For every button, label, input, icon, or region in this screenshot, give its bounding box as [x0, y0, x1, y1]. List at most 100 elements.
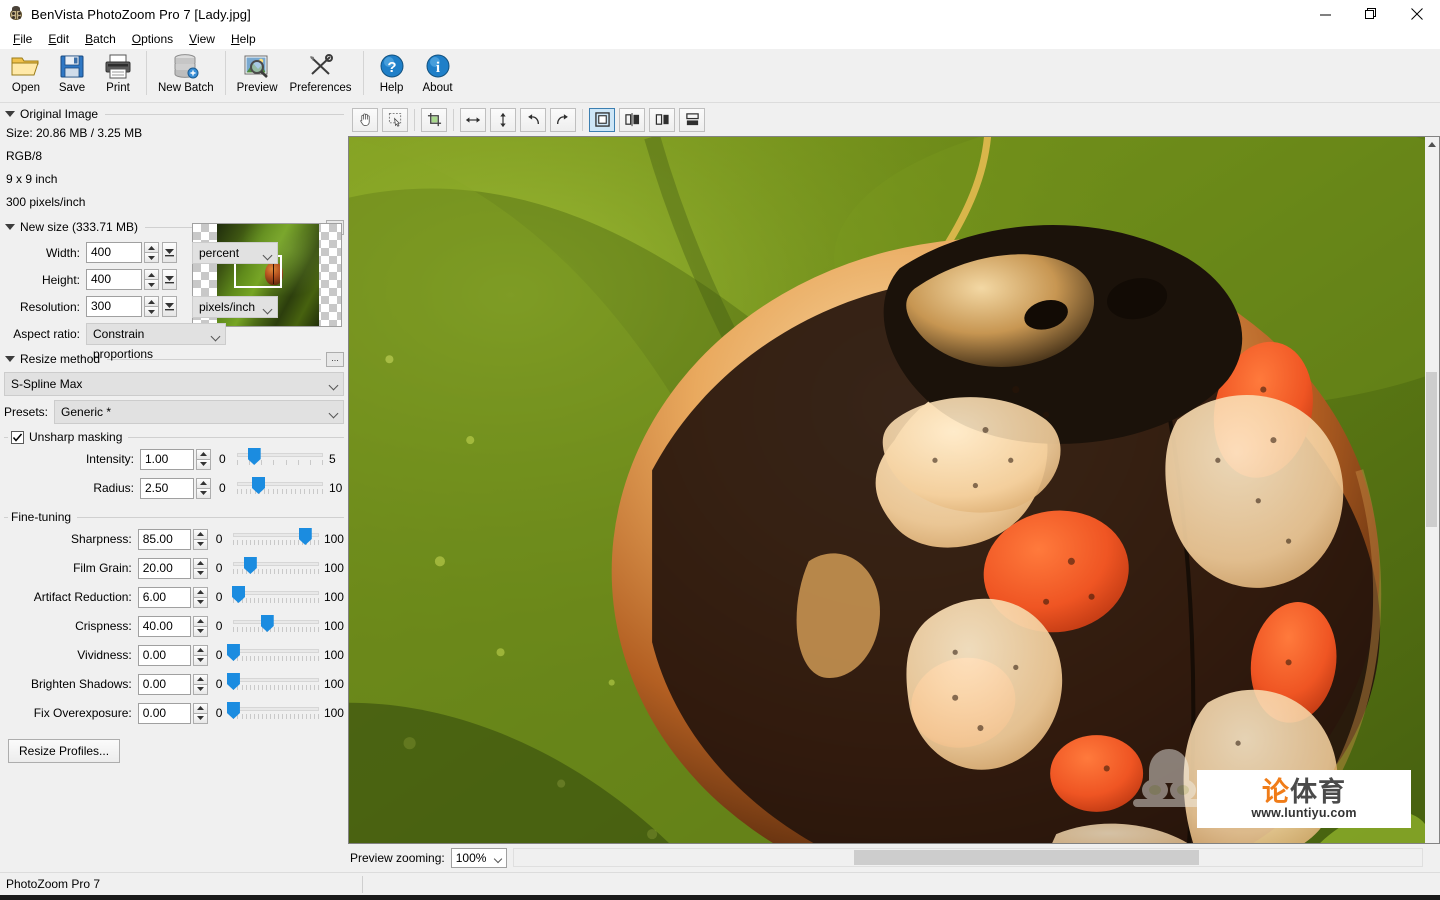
height-input[interactable]: 400: [86, 269, 142, 290]
presets-select[interactable]: Generic *: [54, 399, 344, 424]
close-button[interactable]: [1394, 0, 1440, 28]
flip-vertical-icon[interactable]: [490, 107, 516, 132]
brighten-shadows-spin-down[interactable]: [192, 683, 208, 695]
sharpness-spin-up[interactable]: [192, 528, 208, 539]
width-spinner[interactable]: [144, 242, 159, 263]
fix-overexposure-spin-down[interactable]: [192, 712, 208, 724]
preferences-button[interactable]: Preferences: [284, 49, 358, 101]
resolution-unit-select[interactable]: pixels/inch: [192, 295, 278, 318]
resize-method-select[interactable]: S-Spline Max: [4, 372, 344, 396]
help-button[interactable]: ? Help: [369, 49, 415, 101]
crop-icon[interactable]: [421, 107, 447, 132]
brighten-shadows-slider[interactable]: [226, 673, 320, 695]
resolution-lock-button[interactable]: [162, 296, 177, 317]
radius-spin-up[interactable]: [196, 477, 211, 488]
crispness-slider[interactable]: [233, 615, 320, 637]
preview-vertical-scrollbar[interactable]: [1425, 136, 1440, 844]
artifact-reduction-spin-down[interactable]: [192, 596, 208, 608]
preview-horizontal-scrollbar[interactable]: [513, 848, 1423, 867]
menu-view[interactable]: View: [181, 30, 223, 48]
minimize-button[interactable]: [1302, 0, 1348, 28]
save-button[interactable]: Save: [49, 49, 95, 101]
fix-overexposure-spin-up[interactable]: [192, 702, 208, 713]
intensity-spinner[interactable]: [196, 448, 211, 470]
vividness-spin-up[interactable]: [192, 644, 208, 655]
hand-pan-icon[interactable]: [352, 107, 378, 132]
artifact-reduction-slider[interactable]: [232, 586, 320, 608]
selection-marquee-icon[interactable]: [382, 107, 408, 132]
print-button[interactable]: Print: [95, 49, 141, 101]
crispness-spinner[interactable]: [192, 615, 208, 637]
radius-spin-down[interactable]: [196, 487, 211, 499]
radius-input[interactable]: 2.50: [140, 477, 194, 499]
width-input[interactable]: 400: [86, 242, 142, 263]
radius-slider[interactable]: [237, 477, 323, 499]
menu-help[interactable]: Help: [223, 30, 264, 48]
resolution-spin-up[interactable]: [144, 296, 159, 306]
brighten-shadows-input[interactable]: 0.00: [137, 673, 191, 695]
intensity-spin-up[interactable]: [196, 448, 211, 459]
preview-button[interactable]: Preview: [231, 49, 284, 101]
fix-overexposure-slider[interactable]: [226, 702, 320, 724]
vividness-spin-down[interactable]: [192, 654, 208, 666]
resize-method-options-button[interactable]: ...: [326, 351, 344, 367]
new-batch-button[interactable]: New Batch: [152, 49, 220, 101]
brighten-shadows-spinner[interactable]: [192, 673, 208, 695]
collapse-triangle-icon[interactable]: [5, 224, 15, 230]
height-spin-down[interactable]: [144, 279, 159, 290]
height-spinner[interactable]: [144, 269, 159, 290]
collapse-triangle-icon[interactable]: [5, 111, 15, 117]
rotate-left-icon[interactable]: [520, 107, 546, 132]
vividness-input[interactable]: 0.00: [137, 644, 191, 666]
width-lock-button[interactable]: [162, 242, 177, 263]
film-grain-spin-up[interactable]: [192, 557, 208, 568]
resize-profiles-button[interactable]: Resize Profiles...: [8, 739, 121, 763]
view-side-by-side-icon[interactable]: [649, 107, 675, 132]
menu-batch[interactable]: Batch: [77, 30, 124, 48]
unsharp-masking-checkbox[interactable]: [11, 430, 24, 444]
height-spin-up[interactable]: [144, 269, 159, 279]
flip-horizontal-icon[interactable]: [460, 107, 486, 132]
size-unit-select[interactable]: percent: [192, 241, 278, 264]
sharpness-spin-down[interactable]: [192, 538, 208, 550]
scroll-up-icon[interactable]: [1425, 137, 1438, 151]
crispness-spin-down[interactable]: [192, 625, 208, 637]
crispness-input[interactable]: 40.00: [137, 615, 191, 637]
menu-file[interactable]: File: [5, 30, 40, 48]
vividness-slider[interactable]: [226, 644, 320, 666]
fix-overexposure-spinner[interactable]: [192, 702, 208, 724]
view-single-icon[interactable]: [589, 107, 615, 132]
radius-spinner[interactable]: [196, 477, 211, 499]
resolution-spinner[interactable]: [144, 296, 159, 317]
resize-method-section-header[interactable]: Resize method ...: [4, 351, 344, 367]
artifact-reduction-spinner[interactable]: [192, 586, 208, 608]
crispness-spin-up[interactable]: [192, 615, 208, 626]
film-grain-input[interactable]: 20.00: [137, 557, 191, 579]
menu-options[interactable]: Options: [124, 30, 181, 48]
collapse-triangle-icon[interactable]: [5, 356, 15, 362]
intensity-input[interactable]: 1.00: [140, 448, 194, 470]
sharpness-slider[interactable]: [233, 528, 320, 550]
menu-edit[interactable]: Edit: [40, 30, 77, 48]
sharpness-spinner[interactable]: [192, 528, 208, 550]
aspect-ratio-select[interactable]: Constrain proportions: [86, 322, 226, 361]
preview-canvas[interactable]: 论体育 www.luntiyu.com: [348, 136, 1425, 844]
resolution-input[interactable]: 300: [86, 296, 142, 317]
intensity-spin-down[interactable]: [196, 458, 211, 470]
artifact-reduction-input[interactable]: 6.00: [137, 586, 191, 608]
width-spin-down[interactable]: [144, 252, 159, 263]
view-split-horizontal-icon[interactable]: [679, 107, 705, 132]
width-spin-up[interactable]: [144, 242, 159, 252]
film-grain-spinner[interactable]: [192, 557, 208, 579]
open-button[interactable]: Open: [3, 49, 49, 101]
view-split-vertical-icon[interactable]: [619, 107, 645, 132]
restore-button[interactable]: [1348, 0, 1394, 28]
horizontal-scrollbar-thumb[interactable]: [854, 850, 1199, 865]
resolution-spin-down[interactable]: [144, 306, 159, 317]
film-grain-slider[interactable]: [233, 557, 320, 579]
artifact-reduction-spin-up[interactable]: [192, 586, 208, 597]
vividness-spinner[interactable]: [192, 644, 208, 666]
intensity-slider[interactable]: [237, 448, 323, 470]
preview-zoom-select[interactable]: 100%: [450, 848, 507, 868]
brighten-shadows-spin-up[interactable]: [192, 673, 208, 684]
